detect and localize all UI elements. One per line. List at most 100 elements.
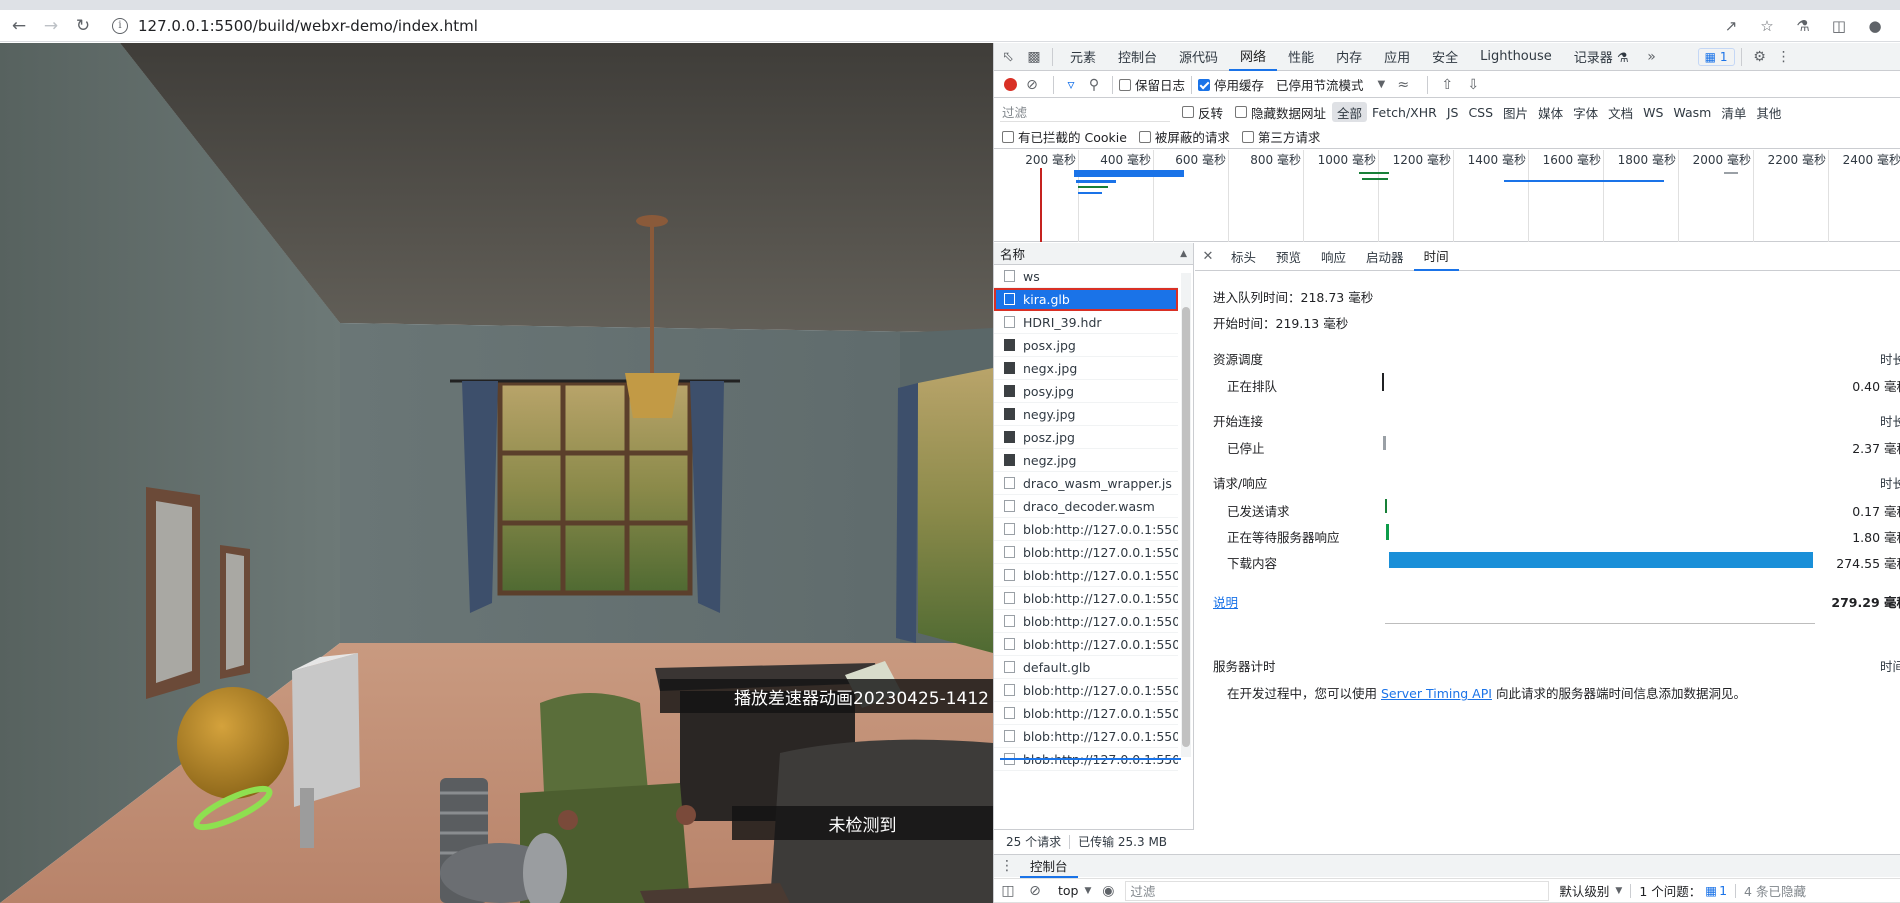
disable-cache-checkbox[interactable]: [1198, 78, 1211, 91]
explanation-link[interactable]: 说明: [1213, 592, 1238, 611]
type-filter-chip[interactable]: 全部: [1332, 102, 1368, 122]
settings-gear-icon[interactable]: ⚙: [1748, 43, 1772, 71]
server-timing-api-link[interactable]: Server Timing API: [1381, 686, 1492, 701]
scrollbar-thumb[interactable]: [1182, 307, 1190, 747]
devtools-tab[interactable]: 控制台: [1107, 43, 1168, 71]
devtools-tab[interactable]: Lighthouse: [1469, 43, 1563, 71]
share-icon[interactable]: ↗: [1720, 15, 1742, 37]
type-filter-chip[interactable]: WS: [1638, 102, 1668, 122]
close-icon[interactable]: ✕: [1195, 249, 1221, 264]
log-level-select[interactable]: 默认级别: [1559, 881, 1609, 900]
kebab-menu-icon[interactable]: ⋮: [1772, 43, 1796, 71]
filter-input[interactable]: 过滤: [1000, 102, 1170, 122]
context-select[interactable]: top: [1058, 883, 1078, 898]
scene-overlay-label-animation[interactable]: 播放差速器动画20230425-1412: [660, 679, 993, 713]
clear-icon[interactable]: ⊘: [1017, 77, 1047, 93]
request-row[interactable]: kira.glb: [994, 288, 1178, 311]
request-row[interactable]: blob:http://127.0.0.1:5500/: [994, 564, 1178, 587]
request-row[interactable]: draco_wasm_wrapper.js: [994, 472, 1178, 495]
third-party-checkbox[interactable]: [1241, 130, 1254, 143]
profile-icon[interactable]: ●: [1864, 15, 1886, 37]
console-sidebar-icon[interactable]: ◫: [994, 883, 1022, 899]
detail-tab[interactable]: 预览: [1266, 243, 1311, 271]
type-filter-chip[interactable]: 图片: [1498, 102, 1533, 122]
request-row[interactable]: negy.jpg: [994, 403, 1178, 426]
request-row[interactable]: blob:http://127.0.0.1:5500/: [994, 702, 1178, 725]
network-overview-timeline[interactable]: 200 毫秒 400 毫秒 600 毫秒 800 毫秒 1000 毫秒 1200 毫秒 14…: [994, 150, 1900, 242]
hide-data-urls-checkbox[interactable]: [1235, 106, 1248, 118]
url-omnibox[interactable]: i 127.0.0.1:5500/build/webxr-demo/index.…: [106, 13, 1706, 39]
more-tabs-icon[interactable]: »: [1640, 43, 1664, 71]
detail-tab[interactable]: 标头: [1221, 243, 1266, 271]
request-row[interactable]: ws: [994, 265, 1178, 288]
devtools-tab[interactable]: 记录器 ⚗: [1563, 43, 1640, 71]
detail-tab[interactable]: 时间: [1413, 243, 1459, 271]
request-row[interactable]: blob:http://127.0.0.1:5500/: [994, 679, 1178, 702]
blocked-requests-checkbox[interactable]: [1138, 130, 1151, 143]
import-har-icon[interactable]: ⇧: [1434, 77, 1460, 93]
site-info-icon[interactable]: i: [112, 17, 128, 34]
chevron-down-icon[interactable]: ▼: [1378, 79, 1386, 90]
type-filter-chip[interactable]: 清单: [1716, 102, 1751, 122]
type-filter-chip[interactable]: 媒体: [1533, 102, 1568, 122]
request-list-scrollbar[interactable]: [1181, 273, 1191, 757]
blocked-cookies-checkbox[interactable]: [1002, 130, 1014, 143]
preserve-log-checkbox[interactable]: [1119, 78, 1131, 91]
request-row[interactable]: blob:http://127.0.0.1:5500/: [994, 610, 1178, 633]
sidebar-icon[interactable]: ◫: [1828, 15, 1850, 37]
request-row[interactable]: negz.jpg: [994, 449, 1178, 472]
forward-icon[interactable]: →: [38, 13, 64, 39]
filter-funnel-icon[interactable]: ▿: [1060, 77, 1082, 93]
devtools-tab[interactable]: 元素: [1059, 43, 1107, 71]
devtools-tab[interactable]: 内存: [1325, 43, 1373, 71]
flask-icon[interactable]: ⚗: [1792, 15, 1814, 37]
request-row[interactable]: blob:http://127.0.0.1:5500/: [994, 518, 1178, 541]
invert-checkbox[interactable]: [1182, 106, 1194, 118]
export-har-icon[interactable]: ⇩: [1460, 77, 1486, 93]
inspect-element-icon[interactable]: ⬁: [994, 43, 1022, 71]
detail-tab[interactable]: 响应: [1311, 243, 1356, 271]
type-filter-chip[interactable]: 文档: [1603, 102, 1638, 122]
request-row[interactable]: posz.jpg: [994, 426, 1178, 449]
request-row[interactable]: posy.jpg: [994, 380, 1178, 403]
search-icon[interactable]: ⚲: [1082, 77, 1106, 93]
star-icon[interactable]: ☆: [1756, 15, 1778, 37]
devtools-tab[interactable]: 网络: [1229, 43, 1278, 71]
reload-icon[interactable]: ↻: [70, 13, 96, 39]
drawer-tab-console[interactable]: 控制台: [1020, 855, 1078, 878]
network-conditions-icon[interactable]: ≈: [1385, 77, 1421, 93]
console-filter-input[interactable]: 过滤: [1125, 880, 1550, 901]
request-row[interactable]: draco_decoder.wasm: [994, 495, 1178, 518]
request-row[interactable]: negx.jpg: [994, 357, 1178, 380]
record-icon[interactable]: [1004, 78, 1017, 91]
devtools-tab[interactable]: 应用: [1373, 43, 1421, 71]
issues-badge[interactable]: ▦ 1: [1697, 47, 1735, 66]
type-filter-chip[interactable]: Fetch/XHR: [1367, 102, 1442, 122]
throttle-select[interactable]: 已停用节流模式: [1276, 75, 1364, 94]
devtools-tab[interactable]: 性能: [1277, 43, 1325, 71]
type-filter-chip[interactable]: CSS: [1463, 102, 1498, 122]
type-filter-chip[interactable]: 字体: [1568, 102, 1603, 122]
request-row[interactable]: blob:http://127.0.0.1:5500/: [994, 587, 1178, 610]
request-row[interactable]: blob:http://127.0.0.1:5500/: [994, 725, 1178, 748]
devtools-tab[interactable]: 安全: [1421, 43, 1469, 71]
name-column-header[interactable]: 名称 ▲: [994, 243, 1193, 265]
type-filter-chip[interactable]: JS: [1442, 102, 1464, 122]
request-row[interactable]: default.glb: [994, 656, 1178, 679]
scene-overlay-label-status[interactable]: 未检测到: [732, 806, 993, 840]
type-filter-chip[interactable]: 其他: [1751, 102, 1786, 122]
webxr-scene-viewport[interactable]: 播放差速器动画20230425-1412 未检测到: [0, 43, 993, 903]
back-icon[interactable]: ←: [6, 13, 32, 39]
chevron-down-icon[interactable]: ▼: [1084, 886, 1091, 896]
devtools-tab[interactable]: 源代码: [1168, 43, 1229, 71]
console-issues-label[interactable]: 1 个问题：: [1639, 881, 1701, 900]
request-row[interactable]: posx.jpg: [994, 334, 1178, 357]
type-filter-chip[interactable]: Wasm: [1668, 102, 1716, 122]
live-expression-eye-icon[interactable]: ◉: [1091, 883, 1125, 899]
device-toggle-icon[interactable]: ▩: [1022, 43, 1046, 71]
request-row[interactable]: blob:http://127.0.0.1:5500/: [994, 633, 1178, 656]
console-clear-icon[interactable]: ⊘: [1022, 883, 1048, 899]
drawer-menu-icon[interactable]: ⋮: [994, 858, 1020, 874]
chevron-down-icon[interactable]: ▼: [1615, 886, 1622, 896]
request-row[interactable]: HDRI_39.hdr: [994, 311, 1178, 334]
